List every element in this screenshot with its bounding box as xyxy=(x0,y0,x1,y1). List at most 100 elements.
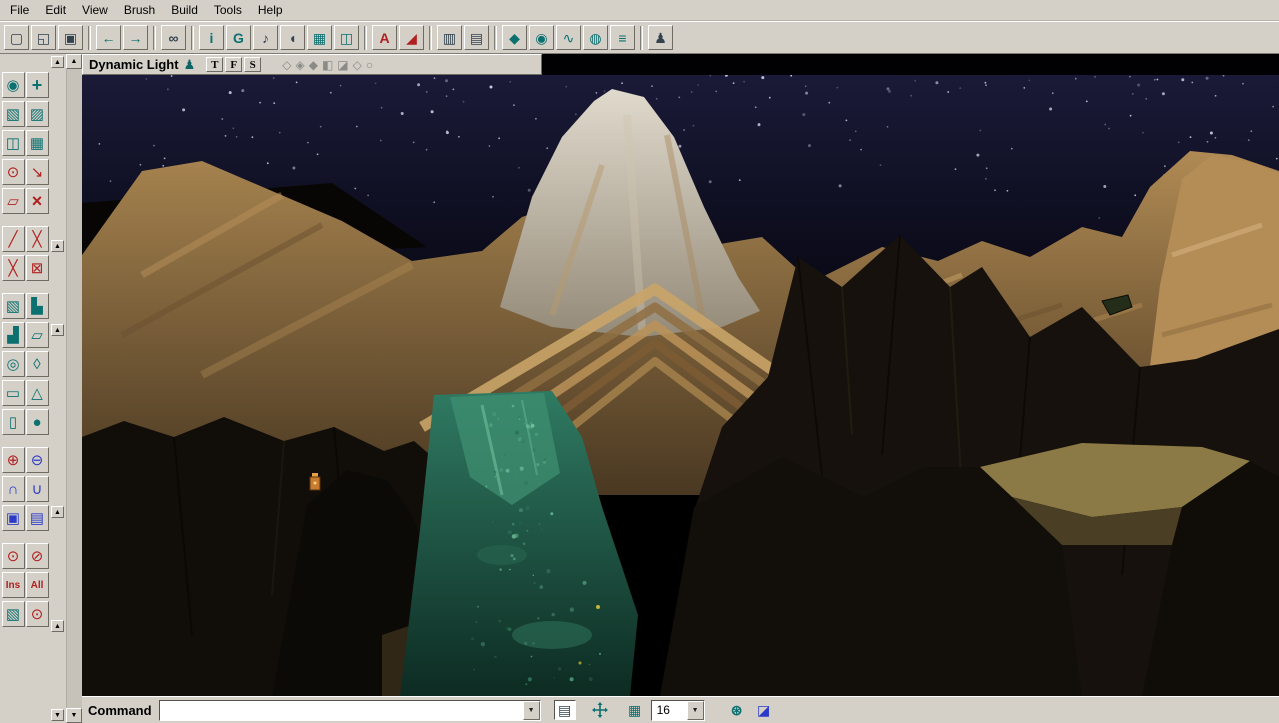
grid-size-value[interactable]: 16 xyxy=(652,701,687,720)
toolbox-group-up-button-0[interactable]: ▲ xyxy=(51,56,64,68)
toolbox-group-up-button-1[interactable]: ▲ xyxy=(51,240,64,252)
brush-scaling-button[interactable]: ▧ xyxy=(2,101,25,127)
menu-item-tools[interactable]: Tools xyxy=(206,1,250,19)
up-arrow-icon: ▲ xyxy=(71,58,78,65)
draw-polygon-button[interactable]: ╱ xyxy=(2,226,25,252)
play-map-button[interactable]: ♟ xyxy=(648,25,673,50)
toolbox-scroll-up-button[interactable]: ▲ xyxy=(66,54,82,69)
search-actors-button[interactable]: ∞ xyxy=(161,25,186,50)
toolbox-scroll-down-button[interactable]: ▼ xyxy=(66,708,82,723)
wireframe-view-icon[interactable]: ◇ xyxy=(282,58,291,72)
sheet-rotate-button[interactable]: ▱ xyxy=(2,188,25,214)
menu-item-help[interactable]: Help xyxy=(250,1,291,19)
edit-polygon-button[interactable]: ╳ xyxy=(26,226,49,252)
terrain-builder-button[interactable]: ◊ xyxy=(26,351,49,377)
build-options-button[interactable]: ◍ xyxy=(583,25,608,50)
sound-browser-button[interactable]: ◖ xyxy=(280,25,305,50)
mode-button-f[interactable]: F xyxy=(225,57,242,72)
subtract-brush-button[interactable]: ⊖ xyxy=(26,447,49,473)
2d-shape-editor-button[interactable]: ◢ xyxy=(399,25,424,50)
new-map-button[interactable]: ▢ xyxy=(4,25,29,50)
menu-item-view[interactable]: View xyxy=(74,1,116,19)
deintersect-brush-button[interactable]: ∪ xyxy=(26,476,49,502)
toolbox-group-up-button-4[interactable]: ▲ xyxy=(51,620,64,632)
stair-builder-button[interactable]: ▙ xyxy=(26,293,49,319)
show-selected-actors-button[interactable]: ⊙ xyxy=(2,543,25,569)
grid-toggle-button[interactable]: ▦ xyxy=(624,700,646,720)
brush-rotating-button[interactable]: ▨ xyxy=(26,101,49,127)
texture-pan-button[interactable]: ◫ xyxy=(2,130,25,156)
realtime-view-icon[interactable]: ○ xyxy=(366,58,373,72)
grid-size-dropdown-button[interactable]: ▼ xyxy=(687,701,704,720)
menu-item-file[interactable]: File xyxy=(2,1,37,19)
sphere-builder-button[interactable]: ● xyxy=(26,409,49,435)
texture-rotate-button[interactable]: ▦ xyxy=(26,130,49,156)
open-map-button[interactable]: ◱ xyxy=(31,25,56,50)
bsp-view-icon[interactable]: ◧ xyxy=(322,58,333,72)
toolbox-group-up-button-3[interactable]: ▲ xyxy=(51,506,64,518)
textured-view-icon[interactable]: ◪ xyxy=(337,58,348,72)
brush-free-scale-button[interactable]: ↘ xyxy=(26,159,49,185)
viewport-3d[interactable] xyxy=(82,75,1279,696)
object-viewer-button[interactable]: ▤ xyxy=(464,25,489,50)
clip-marker-button[interactable]: ╳ xyxy=(2,255,25,281)
pen-cross-icon: ╳ xyxy=(32,232,41,247)
script-editor-button[interactable]: ▥ xyxy=(437,25,462,50)
menu-item-brush[interactable]: Brush xyxy=(116,1,163,19)
undo-button[interactable]: ← xyxy=(96,25,121,50)
group-browser-button[interactable]: G xyxy=(226,25,251,50)
vertex-editing-button[interactable]: + xyxy=(26,72,49,98)
music-browser-button[interactable]: ♪ xyxy=(253,25,278,50)
menu-item-build[interactable]: Build xyxy=(163,1,206,19)
build-paths-button[interactable]: ∿ xyxy=(556,25,581,50)
redo-button[interactable]: → xyxy=(123,25,148,50)
show-all-actors-button[interactable]: ⊙ xyxy=(26,601,49,627)
command-dropdown-button[interactable]: ▼ xyxy=(523,701,540,720)
add-mover-brush-button[interactable]: ▤ xyxy=(26,505,49,531)
texture-browser-button[interactable]: ▦ xyxy=(307,25,332,50)
toolbox-columns: ◉+▧▨◫▦⊙↘▱×╱╳╳⊠▧▙▟▱◎◊▭△▯●⊕⊖∩∪▣▤⊙⊘InsAll▧⊙ xyxy=(0,54,50,723)
mode-button-t[interactable]: T xyxy=(206,57,223,72)
actor-class-browser-button[interactable]: A xyxy=(372,25,397,50)
command-input[interactable] xyxy=(160,701,523,720)
spiral-stair-builder-button[interactable]: ◎ xyxy=(2,351,25,377)
add-special-brush-button[interactable]: ▣ xyxy=(2,505,25,531)
intersect-brush-button[interactable]: ∩ xyxy=(2,476,25,502)
brush-clip-button[interactable]: × xyxy=(26,188,49,214)
camera-movement-button[interactable]: ◉ xyxy=(2,72,25,98)
select-all-button[interactable]: All xyxy=(26,572,49,598)
volumetric-builder-button[interactable]: ▯ xyxy=(2,409,25,435)
brush-free-rotate-button[interactable]: ⊙ xyxy=(2,159,25,185)
camera-move-button[interactable] xyxy=(589,700,611,720)
zone-view-icon[interactable]: ◈ xyxy=(295,58,304,72)
lighting-view-icon[interactable]: ◇ xyxy=(353,58,362,72)
actor-properties-button[interactable]: i xyxy=(199,25,224,50)
builder-cube-button[interactable]: ▧ xyxy=(2,601,25,627)
toolbox-group-up-button-2[interactable]: ▲ xyxy=(51,324,64,336)
world-button[interactable]: ⊛ xyxy=(726,700,748,720)
toolbox-group-down-button[interactable]: ▼ xyxy=(51,709,64,721)
redo-arrow-icon: → xyxy=(129,31,143,45)
hide-selected-actors-button[interactable]: ⊘ xyxy=(26,543,49,569)
mode-button-s[interactable]: S xyxy=(244,57,261,72)
build-lighting-button[interactable]: ◉ xyxy=(529,25,554,50)
joystick-icon[interactable]: ♟ xyxy=(184,57,196,73)
build-geometry-button[interactable]: ◆ xyxy=(502,25,527,50)
polys-view-icon[interactable]: ◆ xyxy=(309,58,318,72)
toolbar-separator xyxy=(429,26,432,50)
sheet-builder-button[interactable]: ▱ xyxy=(26,322,49,348)
save-map-button[interactable]: ▣ xyxy=(58,25,83,50)
toolbox-scroll-trough[interactable] xyxy=(66,69,82,708)
delete-polygon-button[interactable]: ⊠ xyxy=(26,255,49,281)
swatch-button[interactable]: ◪ xyxy=(753,700,775,720)
console-button[interactable]: ▤ xyxy=(554,700,576,720)
build-all-button[interactable]: ≡ xyxy=(610,25,635,50)
cone-builder-button[interactable]: △ xyxy=(26,380,49,406)
mesh-browser-button[interactable]: ◫ xyxy=(334,25,359,50)
add-brush-button[interactable]: ⊕ xyxy=(2,447,25,473)
cylinder-builder-button[interactable]: ▭ xyxy=(2,380,25,406)
curved-stair-builder-button[interactable]: ▟ xyxy=(2,322,25,348)
select-inside-button[interactable]: Ins xyxy=(2,572,25,598)
cube-builder-button[interactable]: ▧ xyxy=(2,293,25,319)
menu-item-edit[interactable]: Edit xyxy=(37,1,74,19)
